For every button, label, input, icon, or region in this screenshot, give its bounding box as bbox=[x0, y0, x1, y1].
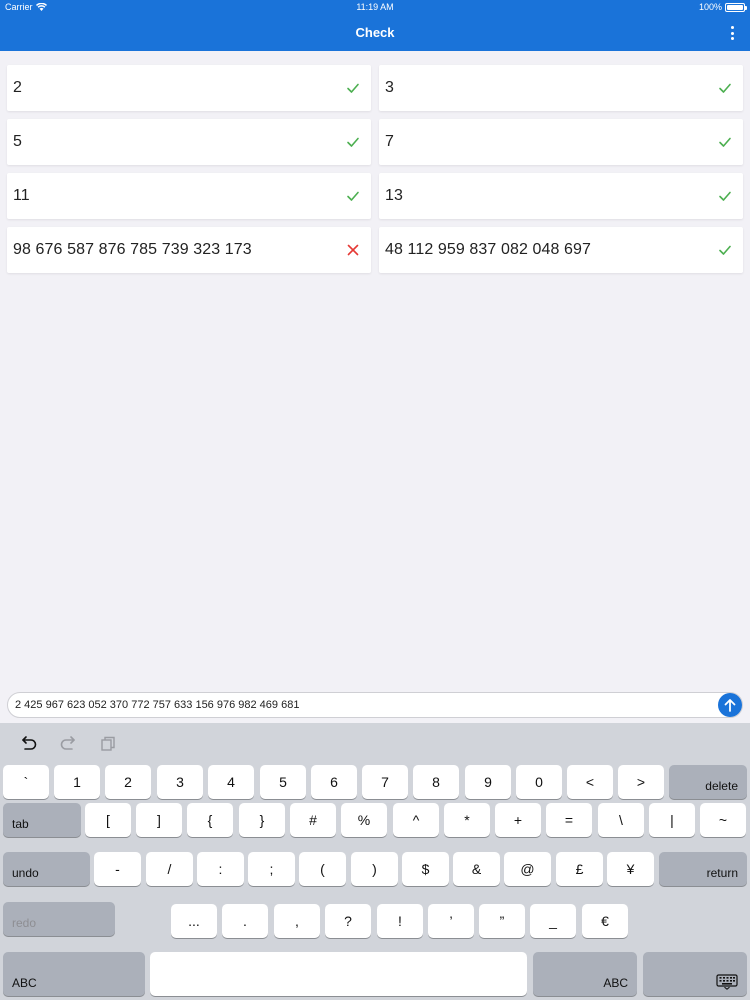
result-card[interactable]: 48 112 959 837 082 048 697 bbox=[379, 227, 743, 273]
checkmark-icon bbox=[719, 137, 731, 147]
key[interactable]: < bbox=[567, 765, 613, 799]
key[interactable]: 4 bbox=[208, 765, 254, 799]
key[interactable]: : bbox=[197, 852, 244, 886]
key[interactable]: % bbox=[341, 803, 387, 837]
return-key[interactable]: return bbox=[659, 852, 747, 886]
key[interactable]: \ bbox=[598, 803, 644, 837]
key[interactable]: ^ bbox=[393, 803, 439, 837]
more-vertical-icon[interactable] bbox=[728, 24, 736, 42]
checkmark-icon bbox=[347, 191, 359, 201]
arrow-up-icon bbox=[724, 699, 736, 712]
key[interactable]: , bbox=[274, 904, 320, 938]
status-bar: Carrier 11:19 AM 100% bbox=[0, 0, 750, 14]
key[interactable]: { bbox=[187, 803, 233, 837]
key[interactable]: 8 bbox=[413, 765, 459, 799]
checkmark-icon bbox=[347, 83, 359, 93]
result-card[interactable]: 3 bbox=[379, 65, 743, 111]
nav-bar: Check bbox=[0, 14, 750, 51]
key[interactable]: @ bbox=[504, 852, 551, 886]
space-key[interactable] bbox=[150, 952, 527, 996]
number-input[interactable]: 2 425 967 623 052 370 772 757 633 156 97… bbox=[7, 692, 743, 718]
undo-icon[interactable] bbox=[19, 735, 39, 753]
battery-icon bbox=[725, 2, 747, 12]
undo-key[interactable]: undo bbox=[3, 852, 90, 886]
results-grid: 2 3 5 7 11 13 98 676 587 876 785 739 323 173 48… bbox=[7, 65, 743, 273]
result-card[interactable]: 7 bbox=[379, 119, 743, 165]
page-title: Check bbox=[355, 25, 395, 40]
key[interactable]: / bbox=[146, 852, 193, 886]
delete-key[interactable]: delete bbox=[669, 765, 747, 799]
result-value: 98 676 587 876 785 739 323 173 bbox=[13, 241, 252, 258]
result-value: 13 bbox=[385, 187, 403, 204]
checkmark-icon bbox=[719, 245, 731, 255]
key[interactable]: 9 bbox=[465, 765, 511, 799]
key[interactable]: 2 bbox=[105, 765, 151, 799]
key[interactable]: ` bbox=[3, 765, 49, 799]
key[interactable]: 0 bbox=[516, 765, 562, 799]
redo-key[interactable]: redo bbox=[3, 902, 115, 936]
key[interactable]: ! bbox=[377, 904, 423, 938]
result-card[interactable]: 98 676 587 876 785 739 323 173 bbox=[7, 227, 371, 273]
key[interactable]: ” bbox=[479, 904, 525, 938]
key[interactable]: ] bbox=[136, 803, 182, 837]
checkmark-icon bbox=[719, 83, 731, 93]
result-value: 7 bbox=[385, 133, 394, 150]
key[interactable]: ) bbox=[351, 852, 398, 886]
send-button[interactable] bbox=[718, 693, 742, 717]
key[interactable]: # bbox=[290, 803, 336, 837]
result-value: 5 bbox=[13, 133, 22, 150]
key[interactable]: 7 bbox=[362, 765, 408, 799]
key[interactable]: ~ bbox=[700, 803, 746, 837]
result-card[interactable]: 11 bbox=[7, 173, 371, 219]
redo-icon[interactable] bbox=[58, 735, 78, 753]
key[interactable]: + bbox=[495, 803, 541, 837]
keyboard-dismiss-icon bbox=[716, 974, 738, 990]
abc-key[interactable]: ABC bbox=[533, 952, 637, 996]
result-card[interactable]: 13 bbox=[379, 173, 743, 219]
paste-icon[interactable] bbox=[98, 735, 118, 753]
key[interactable]: ... bbox=[171, 904, 217, 938]
input-row: 2 425 967 623 052 370 772 757 633 156 97… bbox=[7, 692, 743, 718]
battery-group: 100% bbox=[698, 2, 747, 12]
key[interactable]: [ bbox=[85, 803, 131, 837]
key[interactable]: > bbox=[618, 765, 664, 799]
keyboard: ` 1 2 3 4 5 6 7 8 9 0 < > delete tab[]{} #% ^ * + = \ | ~ undo -… bbox=[0, 723, 750, 1000]
result-value: 11 bbox=[13, 187, 30, 204]
key[interactable]: } bbox=[239, 803, 285, 837]
key[interactable]: _ bbox=[530, 904, 576, 938]
result-card[interactable]: 2 bbox=[7, 65, 371, 111]
result-value: 2 bbox=[13, 79, 22, 96]
key[interactable]: 3 bbox=[157, 765, 203, 799]
key[interactable]: 6 bbox=[311, 765, 357, 799]
keyboard-dismiss-key[interactable] bbox=[643, 952, 747, 996]
key[interactable]: ; bbox=[248, 852, 295, 886]
key[interactable]: 1 bbox=[54, 765, 100, 799]
key[interactable]: ¥ bbox=[607, 852, 654, 886]
key[interactable]: * bbox=[444, 803, 490, 837]
key[interactable]: 5 bbox=[260, 765, 306, 799]
key[interactable]: $ bbox=[402, 852, 449, 886]
key[interactable]: ( bbox=[299, 852, 346, 886]
key[interactable]: | bbox=[649, 803, 695, 837]
key[interactable]: - bbox=[94, 852, 141, 886]
key[interactable]: . bbox=[222, 904, 268, 938]
result-card[interactable]: 5 bbox=[7, 119, 371, 165]
battery-percent: 100% bbox=[698, 2, 722, 12]
cross-icon bbox=[347, 244, 359, 256]
tab-key[interactable]: tab bbox=[3, 803, 81, 837]
key[interactable]: & bbox=[453, 852, 500, 886]
key[interactable]: = bbox=[546, 803, 592, 837]
result-value: 48 112 959 837 082 048 697 bbox=[385, 241, 592, 258]
abc-key[interactable]: ABC bbox=[3, 952, 145, 996]
key[interactable]: £ bbox=[556, 852, 603, 886]
key[interactable]: ’ bbox=[428, 904, 474, 938]
checkmark-icon bbox=[719, 191, 731, 201]
key[interactable]: € bbox=[582, 904, 628, 938]
status-time: 11:19 AM bbox=[356, 2, 394, 12]
checkmark-icon bbox=[347, 137, 359, 147]
result-value: 3 bbox=[385, 79, 394, 96]
keyboard-toolbar bbox=[0, 723, 750, 763]
key[interactable]: ? bbox=[325, 904, 371, 938]
